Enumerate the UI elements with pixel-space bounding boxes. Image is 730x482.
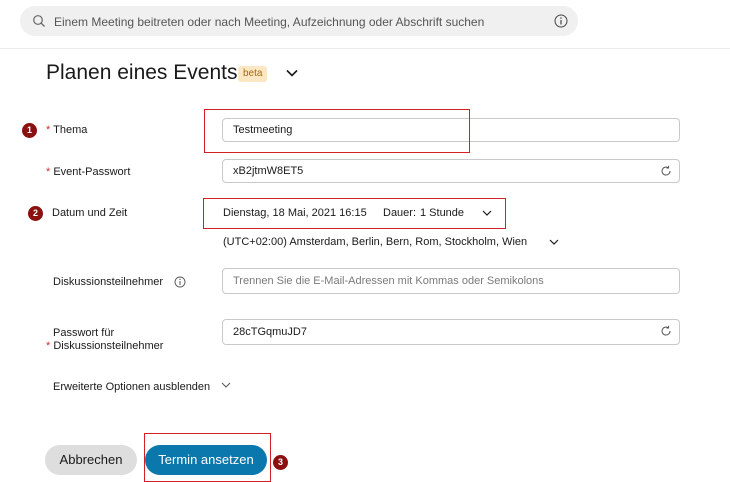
panelist-password-label-line1: Passwort für (53, 327, 115, 339)
refresh-icon[interactable] (660, 325, 672, 337)
advanced-options-toggle[interactable]: Erweiterte Optionen ausblenden (53, 377, 231, 393)
info-icon[interactable] (554, 14, 568, 28)
panelist-password-input[interactable] (222, 319, 680, 345)
timezone-value: (UTC+02:00) Amsterdam, Berlin, Bern, Rom… (223, 236, 528, 248)
schedule-highlight-box (144, 433, 271, 482)
panelists-label: Diskussionsteilnehmer (53, 276, 164, 288)
header-divider (0, 48, 730, 49)
topic-label: * Thema (46, 124, 87, 136)
panelist-password-label-text: Diskussionsteilnehmer (53, 340, 164, 352)
search-input[interactable] (52, 6, 556, 38)
step-badge-1: 1 (22, 123, 37, 138)
chevron-down-icon[interactable] (286, 68, 298, 78)
advanced-options-label: Erweiterte Optionen ausblenden (53, 381, 211, 393)
search-icon (33, 15, 45, 27)
step-badge-3: 3 (273, 455, 288, 470)
chevron-down-icon[interactable] (549, 238, 559, 246)
timezone-selector[interactable]: (UTC+02:00) Amsterdam, Berlin, Bern, Rom… (223, 234, 573, 250)
topic-highlight-box (204, 109, 470, 153)
datetime-label: Datum und Zeit (52, 207, 128, 219)
event-password-input[interactable] (222, 159, 680, 183)
panelists-input[interactable] (222, 268, 680, 294)
chevron-down-icon (221, 382, 230, 388)
panelist-password-label-line2: * Diskussionsteilnehmer (46, 340, 163, 352)
topic-label-text: Thema (53, 124, 88, 136)
event-password-label: * Event-Passwort (46, 166, 130, 178)
required-marker: * (46, 124, 51, 136)
refresh-icon[interactable] (660, 165, 672, 177)
page-title: Planen eines Events (46, 61, 238, 84)
required-marker: * (46, 166, 51, 178)
step-badge-2: 2 (28, 206, 43, 221)
datetime-highlight-box (203, 198, 506, 229)
search-bar[interactable] (20, 6, 578, 38)
cancel-button[interactable]: Abbrechen (45, 445, 137, 475)
required-marker: * (46, 340, 51, 352)
event-password-label-text: Event-Passwort (53, 166, 131, 178)
info-icon[interactable] (174, 276, 186, 288)
beta-badge: beta (238, 66, 268, 82)
